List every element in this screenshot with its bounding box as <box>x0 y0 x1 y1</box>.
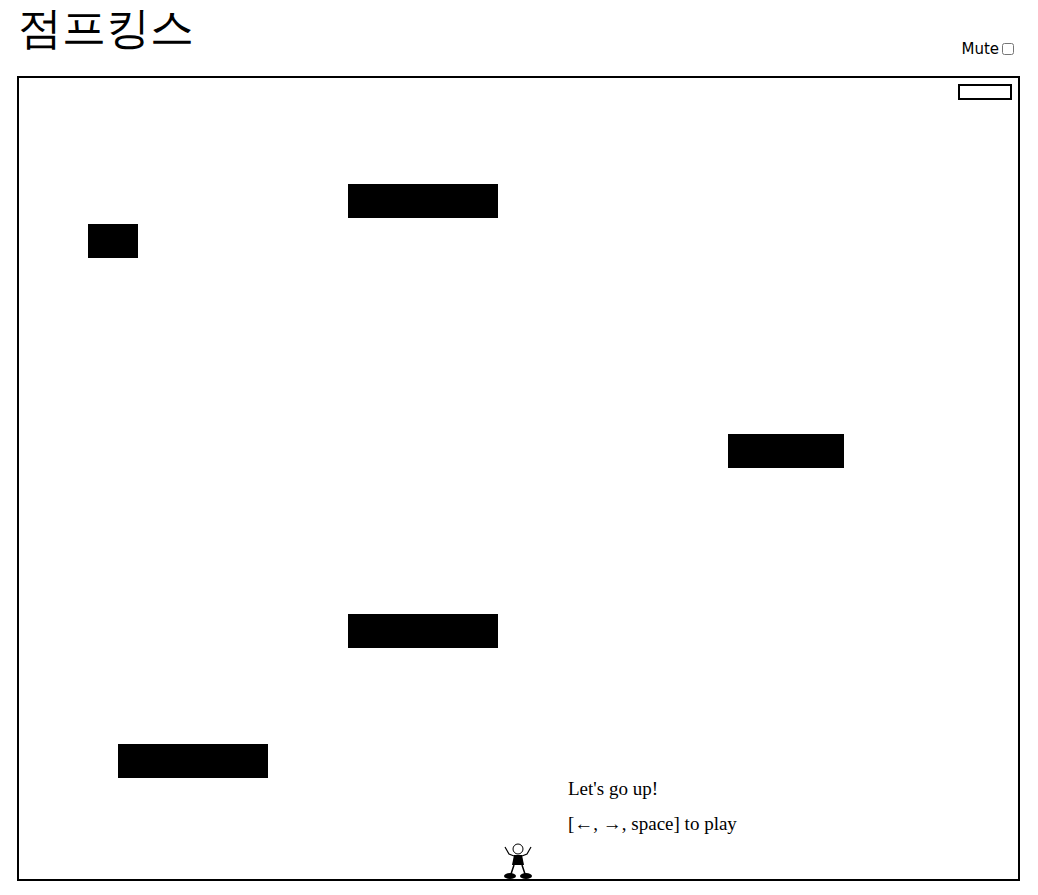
hint-text: [←, →, space] to play <box>568 813 737 836</box>
game-title: 점프킹스 <box>18 0 194 50</box>
platform <box>88 224 138 258</box>
mute-label: Mute <box>961 38 999 61</box>
hint-text: Let's go up! <box>568 778 658 801</box>
mute-toggle[interactable]: Mute <box>961 38 1014 77</box>
king-icon <box>501 843 535 879</box>
platform <box>348 184 498 218</box>
platform <box>728 434 844 468</box>
power-bar <box>958 84 1012 100</box>
game-canvas[interactable]: Let's go up! [←, →, space] to play <box>17 76 1020 881</box>
platform <box>348 614 498 648</box>
mute-checkbox[interactable] <box>1002 43 1014 55</box>
platform <box>118 744 268 778</box>
